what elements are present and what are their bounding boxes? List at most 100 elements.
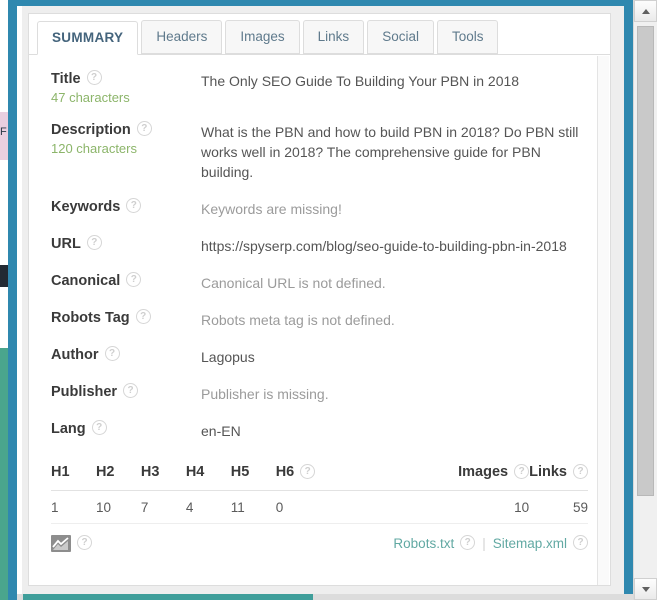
col-header-h6-label: H6 bbox=[275, 464, 295, 480]
col-header-h1-label: H1 bbox=[51, 464, 70, 480]
robots-txt-link[interactable]: Robots.txt bbox=[393, 536, 454, 551]
scrollbar-thumb[interactable] bbox=[637, 26, 654, 496]
label-lang: Lang bbox=[51, 420, 86, 437]
footer-links-cell: Robots.txt? | Sitemap.xml? bbox=[231, 524, 588, 561]
tab-images[interactable]: Images bbox=[225, 20, 300, 54]
help-icon-h6[interactable]: ? bbox=[300, 463, 316, 479]
meta-label-col-url: URL? bbox=[51, 234, 201, 253]
sliver-teal-block bbox=[0, 348, 8, 600]
help-icon-title[interactable]: ? bbox=[86, 70, 102, 86]
help-icon-publisher[interactable]: ? bbox=[123, 383, 139, 399]
meta-row-description: Description? 120 characters What is the … bbox=[51, 120, 588, 182]
chevron-down-icon bbox=[641, 586, 650, 592]
tab-tools-label: Tools bbox=[451, 29, 484, 44]
chevron-up-icon bbox=[641, 8, 650, 14]
count-links: 59 bbox=[529, 490, 588, 524]
meta-row-keywords: Keywords? Keywords are missing! bbox=[51, 197, 588, 219]
help-icon-keywords[interactable]: ? bbox=[126, 198, 142, 214]
help-icon-chart[interactable]: ? bbox=[77, 535, 92, 550]
app-viewport: F SUMMARY Headers Images Links Social To… bbox=[0, 0, 657, 600]
col-header-h6: H6? bbox=[275, 456, 388, 491]
help-icon-author[interactable]: ? bbox=[104, 346, 120, 362]
value-lang: en-EN bbox=[201, 423, 241, 439]
scrollbar-up-button[interactable] bbox=[634, 0, 657, 22]
tab-images-label: Images bbox=[240, 29, 285, 44]
meta-row-robots-tag: Robots Tag? Robots meta tag is not defin… bbox=[51, 308, 588, 330]
col-header-images: Images? bbox=[387, 456, 530, 491]
tab-links[interactable]: Links bbox=[302, 20, 365, 54]
window-horizontal-scrollbar[interactable] bbox=[17, 594, 633, 600]
title-char-count: 47 characters bbox=[51, 90, 130, 105]
value-author: Lagopus bbox=[201, 349, 255, 365]
count-images: 10 bbox=[387, 490, 530, 524]
value-canonical: Canonical URL is not defined. bbox=[201, 275, 386, 291]
tab-social[interactable]: Social bbox=[367, 20, 434, 54]
count-h2: 10 bbox=[95, 490, 141, 524]
description-char-count: 120 characters bbox=[51, 141, 137, 156]
meta-row-author: Author? Lagopus bbox=[51, 345, 588, 367]
window-frame-right bbox=[624, 0, 633, 600]
col-header-images-label: Images bbox=[458, 464, 509, 480]
meta-row-publisher: Publisher? Publisher is missing. bbox=[51, 382, 588, 404]
help-icon-robots-tag[interactable]: ? bbox=[135, 309, 151, 325]
col-header-h4: H4 bbox=[185, 456, 231, 491]
value-keywords: Keywords are missing! bbox=[201, 201, 342, 217]
tab-bar: SUMMARY Headers Images Links Social Tool… bbox=[29, 14, 610, 55]
tab-summary-label: SUMMARY bbox=[52, 30, 124, 45]
count-h3: 7 bbox=[140, 490, 186, 524]
col-header-links: Links? bbox=[529, 456, 588, 491]
help-icon-robots-txt[interactable]: ? bbox=[460, 535, 476, 551]
sliver-dark-block bbox=[0, 265, 8, 287]
label-description: Description bbox=[51, 121, 131, 138]
col-header-h3-label: H3 bbox=[140, 464, 160, 480]
tab-social-label: Social bbox=[382, 29, 419, 44]
help-icon-sitemap-xml[interactable]: ? bbox=[573, 535, 588, 551]
summary-panel: Title? 47 characters The Only SEO Guide … bbox=[29, 55, 610, 586]
meta-row-canonical: Canonical? Canonical URL is not defined. bbox=[51, 271, 588, 293]
window-frame-left bbox=[8, 0, 17, 600]
underlying-page-sliver: F bbox=[0, 0, 8, 600]
count-h4: 4 bbox=[185, 490, 231, 524]
tab-tools[interactable]: Tools bbox=[436, 20, 499, 54]
help-icon-links[interactable]: ? bbox=[573, 463, 588, 479]
count-h1: 1 bbox=[51, 490, 96, 524]
scrollbar-down-button[interactable] bbox=[634, 578, 657, 600]
meta-row-lang: Lang? en-EN bbox=[51, 419, 588, 441]
window-vertical-scrollbar[interactable] bbox=[633, 0, 657, 600]
count-h5: 11 bbox=[230, 490, 276, 524]
value-publisher: Publisher is missing. bbox=[201, 386, 329, 402]
tab-summary[interactable]: SUMMARY bbox=[37, 21, 139, 55]
sliver-text-fragment: F bbox=[0, 126, 7, 138]
meta-label-col-publisher: Publisher? bbox=[51, 382, 201, 401]
label-keywords: Keywords bbox=[51, 198, 121, 215]
col-header-links-label: Links bbox=[529, 464, 567, 480]
meta-label-col-lang: Lang? bbox=[51, 419, 201, 438]
counts-table-head: H1 H2 H3 H4 H5 H6? Images? Links? bbox=[51, 456, 588, 491]
help-icon-description[interactable]: ? bbox=[136, 121, 152, 137]
label-robots-tag: Robots Tag bbox=[51, 309, 130, 326]
label-title: Title bbox=[51, 70, 81, 87]
help-icon-images[interactable]: ? bbox=[514, 463, 530, 479]
line-chart-icon[interactable] bbox=[51, 535, 71, 552]
col-header-h1: H1 bbox=[51, 456, 96, 491]
tab-headers[interactable]: Headers bbox=[141, 20, 223, 54]
horizontal-scrollbar-thumb[interactable] bbox=[23, 594, 313, 600]
seo-summary-card: SUMMARY Headers Images Links Social Tool… bbox=[28, 13, 611, 586]
value-url: https://spyserp.com/blog/seo-guide-to-bu… bbox=[201, 238, 567, 254]
panel-scrollbar[interactable] bbox=[597, 56, 609, 585]
col-header-h2: H2 bbox=[95, 456, 141, 491]
meta-row-title: Title? 47 characters The Only SEO Guide … bbox=[51, 69, 588, 105]
tab-headers-label: Headers bbox=[156, 29, 208, 44]
counts-table: H1 H2 H3 H4 H5 H6? Images? Links? 1 10 7 bbox=[51, 456, 588, 560]
count-h6: 0 bbox=[275, 490, 388, 524]
footer-row: ? Robots.txt? | Sitemap.xml? bbox=[51, 524, 588, 561]
help-icon-lang[interactable]: ? bbox=[91, 420, 107, 436]
help-icon-url[interactable]: ? bbox=[86, 235, 102, 251]
sitemap-xml-link[interactable]: Sitemap.xml bbox=[493, 536, 567, 551]
help-icon-canonical[interactable]: ? bbox=[126, 272, 142, 288]
value-robots-tag: Robots meta tag is not defined. bbox=[201, 312, 395, 328]
col-header-h2-label: H2 bbox=[95, 464, 115, 480]
counts-header-row: H1 H2 H3 H4 H5 H6? Images? Links? bbox=[51, 456, 588, 491]
meta-label-col-title: Title? 47 characters bbox=[51, 69, 201, 105]
meta-label-col-canonical: Canonical? bbox=[51, 271, 201, 290]
